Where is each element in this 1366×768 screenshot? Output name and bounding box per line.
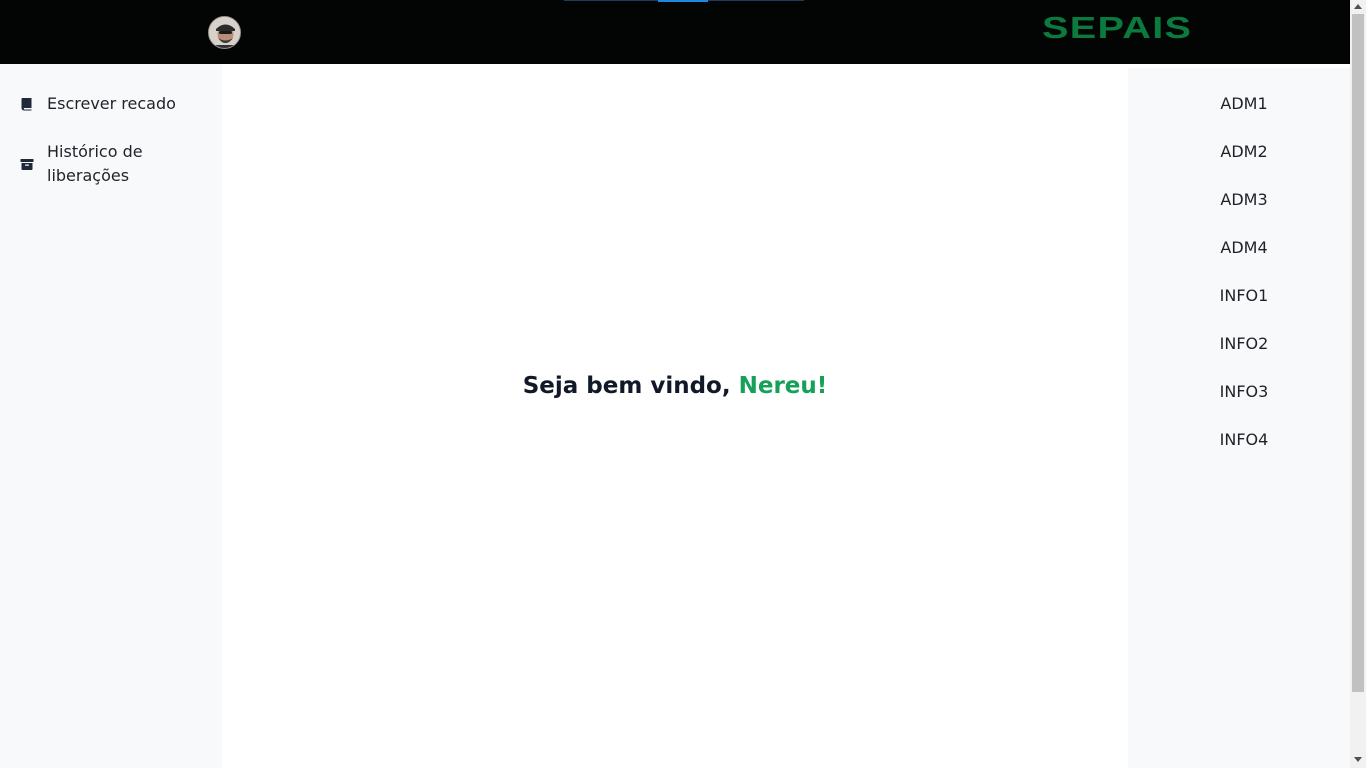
top-accent-highlight [658,0,708,2]
room-item-adm2[interactable]: ADM2 [1128,140,1360,164]
sepais-logo[interactable]: SEPAIS [1042,10,1192,46]
room-item-info1[interactable]: INFO1 [1128,284,1360,308]
right-sidebar: ADM1 ADM2 ADM3 ADM4 INFO1 INFO2 INFO3 IN… [1128,68,1350,768]
archive-box-icon [20,159,34,170]
room-item-info4[interactable]: INFO4 [1128,428,1360,452]
scroll-up-arrow-icon[interactable] [1354,4,1362,9]
room-item-info2[interactable]: INFO2 [1128,332,1360,356]
scroll-down-arrow-icon[interactable] [1354,757,1362,762]
room-item-adm1[interactable]: ADM1 [1128,92,1360,116]
sidebar-item-label: Histórico de liberações [47,142,143,185]
avatar-photo [209,17,240,48]
book-icon [21,98,32,111]
room-item-adm3[interactable]: ADM3 [1128,188,1360,212]
welcome-greeting: Seja bem vindo, [522,373,739,399]
main-content: Seja bem vindo, Nereu! [222,64,1128,768]
scrollbar-thumb[interactable] [1352,14,1364,692]
welcome-message: Seja bem vindo, Nereu! [222,370,1128,402]
user-avatar[interactable] [208,16,241,49]
sidebar-item-label: Escrever recado [47,94,176,113]
room-item-info3[interactable]: INFO3 [1128,380,1360,404]
top-navbar: SEPAIS [0,0,1350,64]
room-item-adm4[interactable]: ADM4 [1128,236,1360,260]
welcome-user-name: Nereu! [738,373,828,399]
left-sidebar: Escrever recado Histórico de liberações [0,64,222,768]
